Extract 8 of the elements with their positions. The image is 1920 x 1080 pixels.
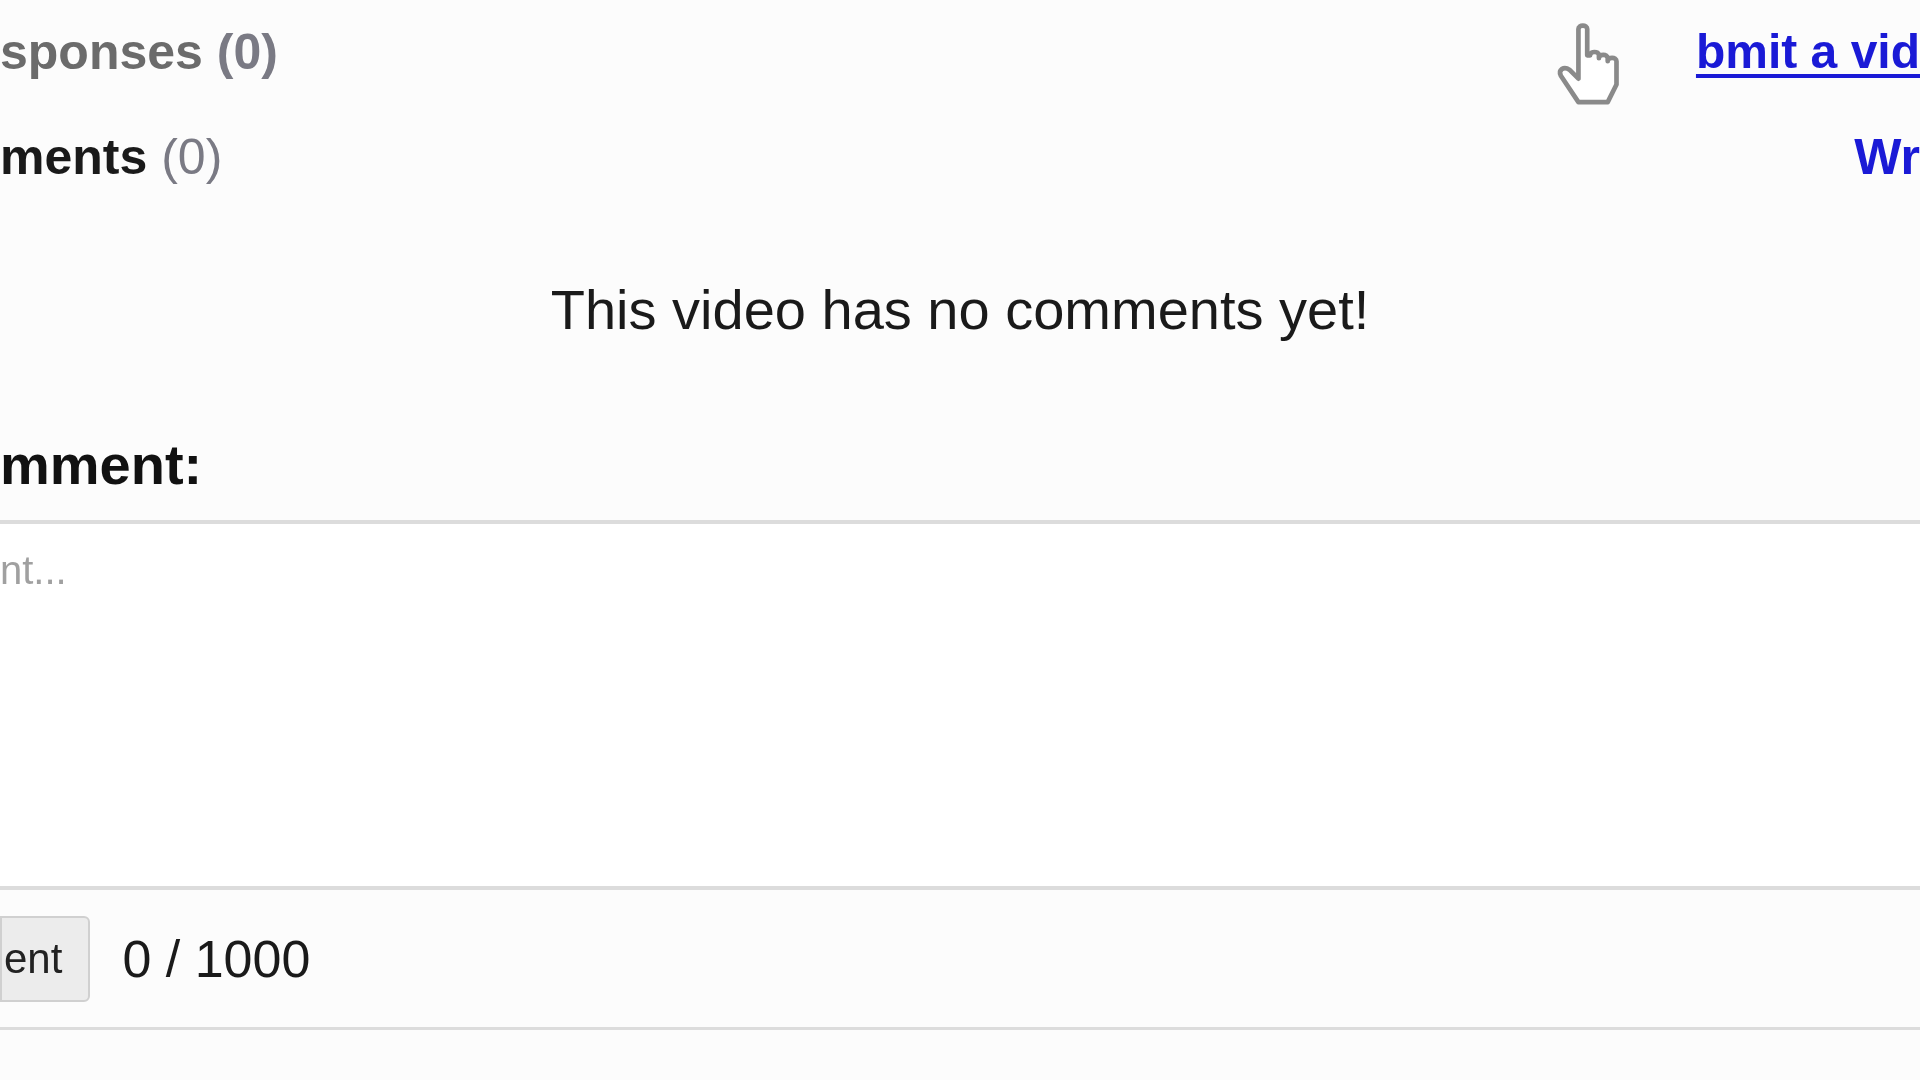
comment-field[interactable]: nt... <box>0 520 1920 890</box>
section-heading: ments (0) <box>0 132 223 182</box>
write-link[interactable]: Wr <box>1854 132 1920 182</box>
section-heading: sponses (0) <box>0 27 278 77</box>
post-comment-button[interactable]: ent <box>0 915 91 1002</box>
submit-video-link[interactable]: bmit a vid <box>1695 28 1920 76</box>
character-counter: 0 / 1000 <box>122 932 311 985</box>
comment-label: mment: <box>0 437 203 493</box>
